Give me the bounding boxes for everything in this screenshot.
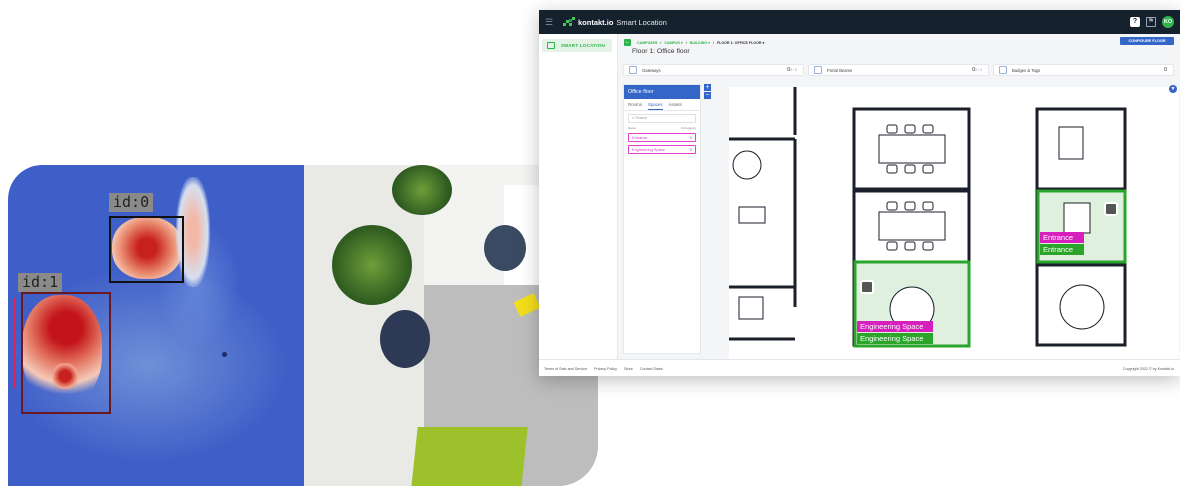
list-item[interactable]: Engineering Space 0 <box>628 145 696 154</box>
sidebar-item-label: SMART LOCATION <box>561 43 606 48</box>
floor-plan[interactable]: Entrance Entrance Engineering Space Engi… <box>729 87 1179 359</box>
stats-row: Gateways 00 / 0 Portal Beams 00 / 0 Badg… <box>623 64 1174 76</box>
filter-icon[interactable]: ▼ <box>1169 85 1177 93</box>
tab-assets[interactable]: Assets <box>669 102 682 110</box>
breadcrumb-campuses[interactable]: CAMPUSES <box>637 41 657 45</box>
plant <box>392 165 452 215</box>
badge-icon <box>999 66 1007 74</box>
help-icon[interactable]: ? <box>1130 17 1140 27</box>
product-name: Smart Location <box>616 17 667 27</box>
breadcrumb: ← CAMPUSES / CAMPUS ▾ / BUILDING ▾ / FLO… <box>624 39 765 46</box>
detection-label-0: id:0 <box>109 193 154 212</box>
footer-link-terms[interactable]: Terms of Sale and Service <box>544 367 587 371</box>
engineering-name: Engineering Space <box>860 334 923 343</box>
zoom-controls: + − <box>704 84 711 100</box>
detection-box-1 <box>21 292 111 414</box>
back-button[interactable]: ← <box>624 39 631 46</box>
sensor-entrance <box>1104 202 1118 216</box>
red-marker <box>13 298 16 388</box>
stat-badges-tags[interactable]: Badges & Tags 0 <box>993 64 1174 76</box>
footer-link-contact[interactable]: Contact Sales <box>640 367 663 371</box>
footer-link-store[interactable]: Store <box>624 367 633 371</box>
zoom-out-button[interactable]: − <box>704 92 711 99</box>
app-window: ☰ kontakt.io Smart Location ? ⚑ KO SMART… <box>539 10 1180 376</box>
detection-box-0 <box>109 216 184 283</box>
breadcrumb-campus[interactable]: CAMPUS ▾ <box>664 41 682 45</box>
person-seated <box>484 225 526 271</box>
stat-gateways[interactable]: Gateways 00 / 0 <box>623 64 804 76</box>
sidebar-item-smart-location[interactable]: SMART LOCATION <box>542 39 612 52</box>
brand-name: kontakt.io <box>578 17 614 27</box>
map-icon <box>547 42 555 49</box>
zoom-in-button[interactable]: + <box>704 84 711 91</box>
entrance-tag: Entrance <box>1043 233 1073 242</box>
list-item[interactable]: Entrance 0 <box>628 133 696 142</box>
footer: Terms of Sale and Service Privacy Policy… <box>539 359 1180 376</box>
tab-rooms[interactable]: Rooms <box>628 102 642 110</box>
entrance-name: Entrance <box>1043 245 1073 254</box>
panel-title: Office floor <box>624 85 700 99</box>
engineering-tag: Engineering Space <box>860 322 923 331</box>
spaces-panel: Office floor Rooms Spaces Assets ⌕ Searc… <box>623 84 701 354</box>
person-standing <box>380 310 430 368</box>
portal-beam-icon <box>814 66 822 74</box>
flag-icon[interactable]: ⚑ <box>1146 17 1156 27</box>
avatar[interactable]: KO <box>1162 16 1174 28</box>
green-stairs <box>410 427 528 486</box>
copyright: Copyright 2022 © by Kontakt.io <box>1122 366 1174 371</box>
thermal-speck <box>222 352 227 357</box>
footer-link-privacy[interactable]: Privacy Policy <box>594 367 617 371</box>
detection-label-1: id:1 <box>18 273 63 292</box>
configure-floor-button[interactable]: CONFIGURE FLOOR <box>1120 37 1174 45</box>
column-headers: Name Occupancy <box>628 126 696 130</box>
kontakt-logo-icon <box>563 17 575 27</box>
gateway-icon <box>629 66 637 74</box>
breadcrumb-building[interactable]: BUILDING ▾ <box>690 41 710 45</box>
thermal-image: id:0 id:1 <box>8 165 304 486</box>
tab-spaces[interactable]: Spaces <box>647 102 663 110</box>
page-title: Floor 1: Office floor <box>632 48 690 55</box>
menu-icon[interactable]: ☰ <box>545 17 559 28</box>
main-content: ← CAMPUSES / CAMPUS ▾ / BUILDING ▾ / FLO… <box>617 34 1180 359</box>
sensor-engineering <box>860 280 874 294</box>
stat-portal-beams[interactable]: Portal Beams 00 / 0 <box>808 64 989 76</box>
breadcrumb-floor[interactable]: FLOOR 1: OFFICE FLOOR ▾ <box>717 41 764 45</box>
thermal-photo-composite: id:0 id:1 <box>8 165 598 486</box>
top-bar: ☰ kontakt.io Smart Location ? ⚑ KO <box>539 10 1180 34</box>
plant <box>332 225 412 305</box>
sidebar: SMART LOCATION <box>539 34 618 359</box>
panel-tabs: Rooms Spaces Assets <box>624 99 700 111</box>
search-input[interactable]: ⌕ Search <box>628 114 696 123</box>
logo: kontakt.io Smart Location <box>563 17 667 27</box>
